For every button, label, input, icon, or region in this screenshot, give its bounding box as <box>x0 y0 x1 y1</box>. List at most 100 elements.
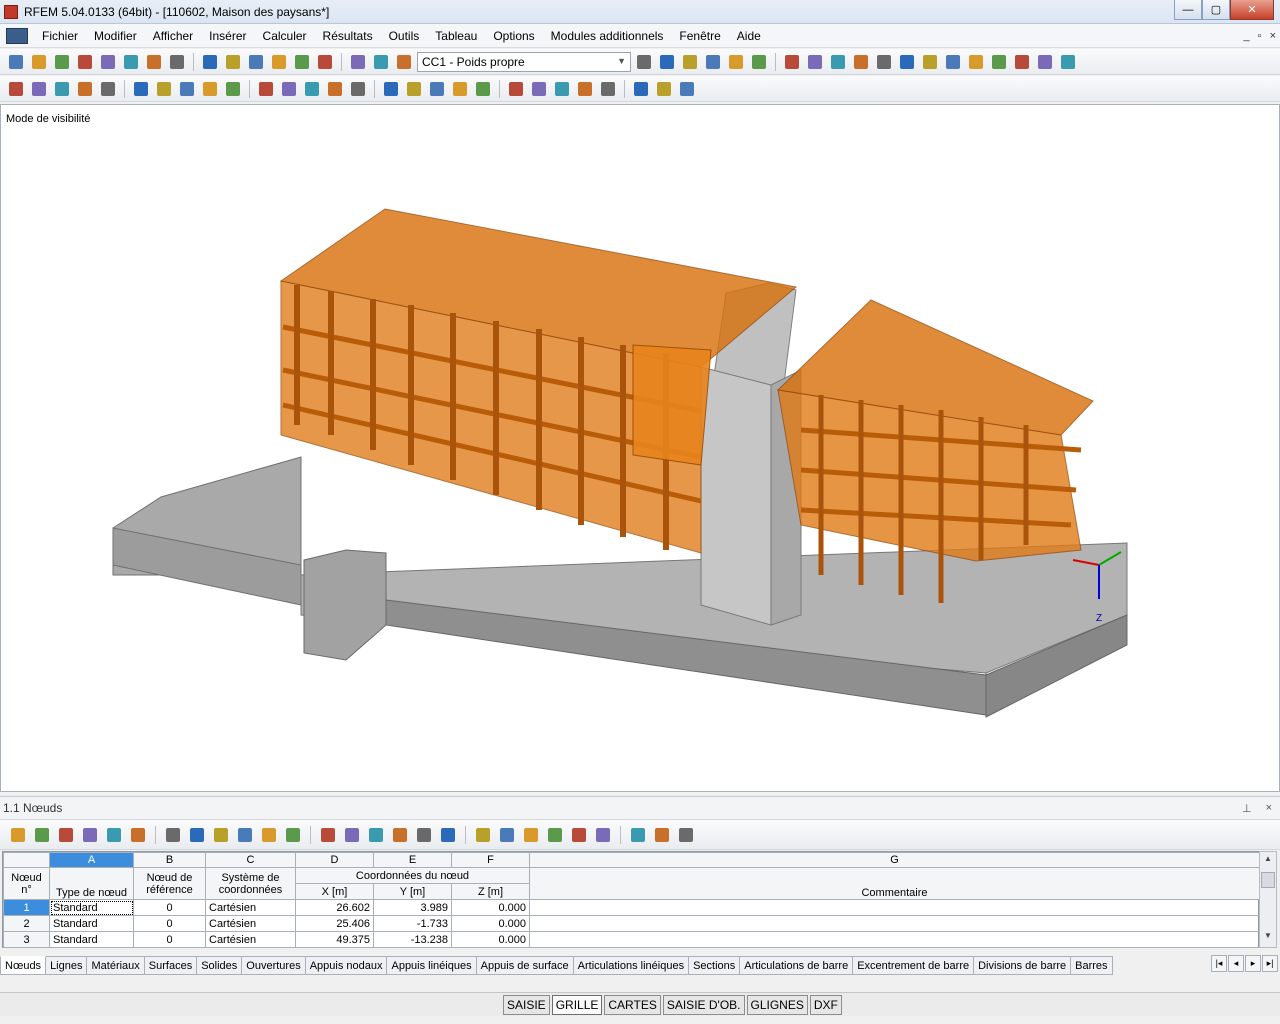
menu-aide[interactable]: Aide <box>729 29 769 43</box>
wire-icon[interactable] <box>874 52 894 72</box>
menu-fichier[interactable]: Fichier <box>34 29 86 43</box>
cell-z[interactable]: 0.000 <box>451 931 530 948</box>
check-icon[interactable] <box>473 79 493 99</box>
tab-articulations-linéiques[interactable]: Articulations linéiques <box>573 956 690 975</box>
cell-comment[interactable] <box>529 915 1260 932</box>
redo-icon[interactable] <box>223 52 243 72</box>
filter-icon[interactable] <box>631 79 651 99</box>
select-icon[interactable] <box>187 825 207 845</box>
mdi-minimize-button[interactable]: _ <box>1244 30 1250 42</box>
status-toggle-dxf[interactable]: DXF <box>809 995 842 1015</box>
tab-appuis-de-surface[interactable]: Appuis de surface <box>476 956 574 975</box>
edit-icon[interactable] <box>246 52 266 72</box>
colors-icon[interactable] <box>104 825 124 845</box>
search-icon[interactable] <box>269 52 289 72</box>
model-viewport[interactable]: Mode de visibilité Z <box>0 104 1280 792</box>
prev-load-icon[interactable] <box>634 52 654 72</box>
nodes-table[interactable]: A B C D E F G Nœud n° Type de nœud Nœud … <box>2 851 1260 948</box>
tab-appuis-linéiques[interactable]: Appuis linéiques <box>387 956 477 975</box>
undo-icon[interactable] <box>200 52 220 72</box>
row-number[interactable]: 3 <box>3 931 50 948</box>
table-vertical-scrollbar[interactable]: ▲ ▼ <box>1259 851 1277 948</box>
show-values-icon[interactable] <box>726 52 746 72</box>
cell-y[interactable]: -13.238 <box>373 931 452 948</box>
divide-icon[interactable] <box>427 79 447 99</box>
sort-icon[interactable] <box>56 825 76 845</box>
chart-icon[interactable] <box>497 825 517 845</box>
tab-ouvertures[interactable]: Ouvertures <box>242 956 306 975</box>
solid-icon[interactable] <box>851 52 871 72</box>
column-header-b[interactable]: B <box>133 852 206 868</box>
filter-icon[interactable] <box>32 825 52 845</box>
graph-icon[interactable] <box>593 825 613 845</box>
column-header-e[interactable]: E <box>373 852 452 868</box>
mirror-icon[interactable] <box>404 79 424 99</box>
iso-icon[interactable] <box>943 52 963 72</box>
opening-icon[interactable] <box>177 79 197 99</box>
edit-icon[interactable] <box>211 825 231 845</box>
chevron-down-icon[interactable]: ▼ <box>617 56 626 66</box>
corner-cell[interactable] <box>3 852 50 868</box>
table-icon[interactable] <box>348 52 368 72</box>
print-preview-icon[interactable] <box>144 52 164 72</box>
open-template-icon[interactable] <box>52 52 72 72</box>
zoom-icon[interactable] <box>279 79 299 99</box>
print-icon[interactable] <box>121 52 141 72</box>
tab-divisions-de-barre[interactable]: Divisions de barre <box>974 956 1072 975</box>
hinge-icon[interactable] <box>98 79 118 99</box>
hide-icon[interactable] <box>473 825 493 845</box>
node-icon[interactable] <box>6 79 26 99</box>
menu-tableau[interactable]: Tableau <box>427 29 485 43</box>
row-number[interactable]: 1 <box>3 899 50 916</box>
column-header-g[interactable]: G <box>529 852 1260 868</box>
settings-icon[interactable] <box>1035 52 1055 72</box>
table-row[interactable]: 2 Standard 0 Cartésien 25.406 -1.733 0.0… <box>3 915 1260 932</box>
circle-icon[interactable] <box>1012 52 1032 72</box>
line-icon[interactable] <box>29 79 49 99</box>
calc-icon[interactable] <box>569 825 589 845</box>
excel-icon[interactable] <box>521 825 541 845</box>
tab-first-icon[interactable]: |◂ <box>1211 955 1227 972</box>
cell-x[interactable]: 26.602 <box>295 899 374 916</box>
load-icon[interactable] <box>394 52 414 72</box>
view-icon[interactable] <box>782 52 802 72</box>
view-icon[interactable] <box>256 79 276 99</box>
merge-icon[interactable] <box>450 79 470 99</box>
import-icon[interactable] <box>545 825 565 845</box>
save-all-icon[interactable] <box>75 52 95 72</box>
prev-icon[interactable] <box>128 825 148 845</box>
export-icon[interactable] <box>80 825 100 845</box>
measure-icon[interactable] <box>575 79 595 99</box>
mdi-close-button[interactable]: × <box>1270 30 1276 42</box>
load-case-select[interactable]: CC1 - Poids propre ▼ <box>417 51 631 72</box>
xyz-icon[interactable] <box>506 79 526 99</box>
minimize-button[interactable]: — <box>1174 0 1202 20</box>
surface-icon[interactable] <box>154 79 174 99</box>
menu-modules-additionnels[interactable]: Modules additionnels <box>543 29 672 43</box>
cut-icon[interactable] <box>223 79 243 99</box>
window-icon[interactable] <box>315 52 335 72</box>
tab-barres[interactable]: Barres <box>1071 956 1113 975</box>
scroll-up-icon[interactable]: ▲ <box>1260 854 1276 868</box>
cell-coordinate-system[interactable]: Cartésien <box>205 899 296 916</box>
building-model-3d[interactable]: Z <box>1 105 1279 791</box>
x-icon[interactable] <box>989 52 1009 72</box>
grid-icon[interactable] <box>371 52 391 72</box>
table-view-icon[interactable] <box>8 825 28 845</box>
results-icon[interactable] <box>680 52 700 72</box>
mesh-icon[interactable] <box>897 52 917 72</box>
group-icon[interactable] <box>654 79 674 99</box>
render-icon[interactable] <box>828 52 848 72</box>
cell-y[interactable]: 3.989 <box>373 899 452 916</box>
sections-icon[interactable] <box>920 52 940 72</box>
frame-icon[interactable] <box>966 52 986 72</box>
save-icon[interactable] <box>98 52 118 72</box>
menu-modifier[interactable]: Modifier <box>86 29 145 43</box>
next-icon[interactable] <box>163 825 183 845</box>
menu-resultats[interactable]: Résultats <box>315 29 381 43</box>
move-icon[interactable] <box>414 825 434 845</box>
new-icon[interactable] <box>6 52 26 72</box>
column-icon[interactable] <box>438 825 458 845</box>
close-button[interactable]: ✕ <box>1230 0 1274 20</box>
tab-appuis-nodaux[interactable]: Appuis nodaux <box>305 956 388 975</box>
